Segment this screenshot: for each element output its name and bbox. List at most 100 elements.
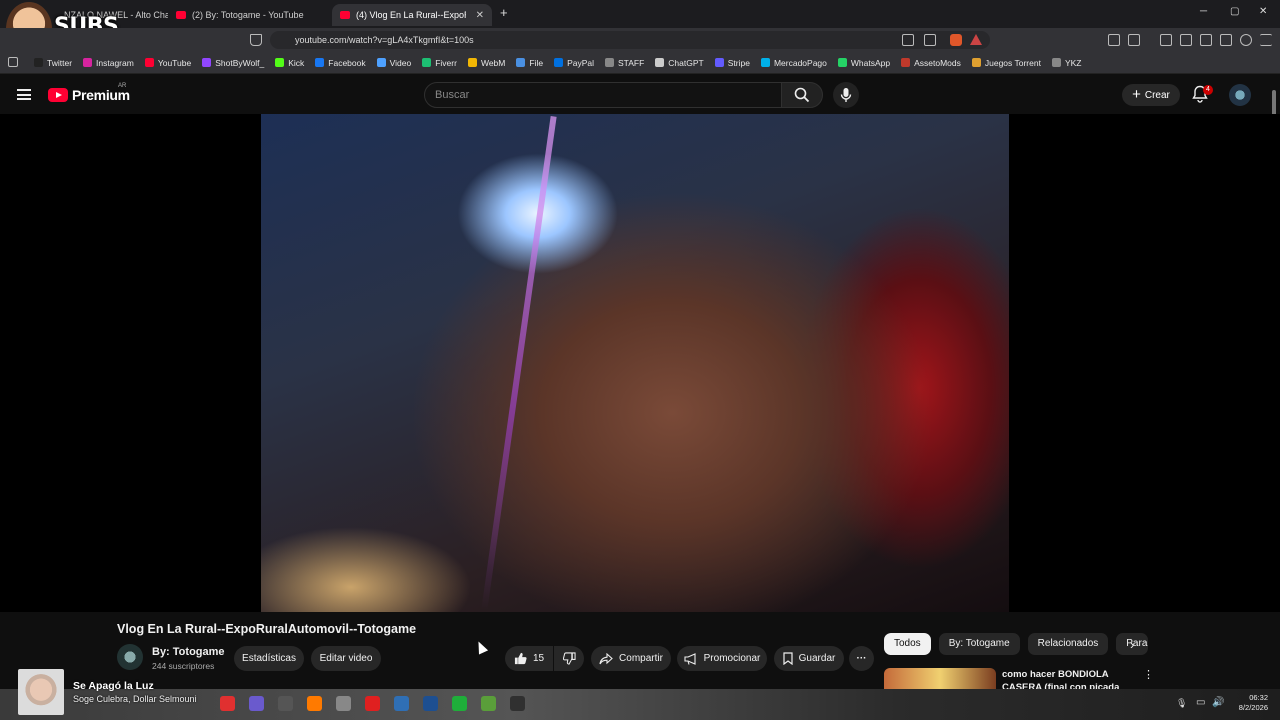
bookmark-label: Twitter xyxy=(47,57,73,68)
bookmark-favicon-icon xyxy=(901,58,911,67)
maximize-icon[interactable]: ▢ xyxy=(1230,6,1239,17)
taskbar-photoshop-icon[interactable] xyxy=(423,696,438,711)
more-actions-button[interactable]: ··· xyxy=(849,646,874,671)
voice-search-button[interactable] xyxy=(833,82,859,108)
taskbar-app-orange-icon[interactable] xyxy=(307,696,322,711)
bookmark-stripe[interactable]: Stripe xyxy=(714,58,750,68)
taskbar-app-purple-icon[interactable] xyxy=(249,696,264,711)
bookmark-assetomods[interactable]: AssetoMods xyxy=(901,58,961,68)
now-playing-artwork xyxy=(18,669,64,715)
share-page-icon[interactable] xyxy=(924,34,936,46)
chip-related[interactable]: Relacionados xyxy=(1027,633,1109,655)
video-player[interactable] xyxy=(0,114,1280,612)
minimize-icon[interactable]: ─ xyxy=(1200,6,1207,17)
volume-tray-icon[interactable]: 🔊 xyxy=(1212,697,1224,708)
cast-icon[interactable] xyxy=(902,34,914,46)
extensions-icon[interactable] xyxy=(1108,34,1120,46)
screenshot-icon[interactable] xyxy=(1128,34,1140,46)
search-icon xyxy=(794,87,810,103)
recommendation-menu-icon[interactable]: ⋮ xyxy=(1143,668,1154,681)
bookmark-video[interactable]: Video xyxy=(376,58,411,68)
bookmark-whatsapp[interactable]: WhatsApp xyxy=(837,58,890,68)
bookmark-favicon-icon xyxy=(714,58,724,67)
new-tab-button[interactable]: + xyxy=(500,5,508,20)
youtube-premium-logo[interactable]: Premium AR xyxy=(48,83,130,103)
bookmark-ykz[interactable]: YKZ xyxy=(1051,57,1082,68)
bookmark-facebook[interactable]: Facebook xyxy=(315,57,366,68)
bookmark-staff[interactable]: STAFF xyxy=(605,58,644,68)
apps-grid-icon[interactable] xyxy=(8,57,18,67)
rewards-icon[interactable] xyxy=(970,34,982,45)
close-window-icon[interactable]: ✕ xyxy=(1259,6,1267,17)
dislike-button[interactable] xyxy=(554,646,584,671)
taskbar-minecraft-icon[interactable] xyxy=(452,696,467,711)
hamburger-menu-icon[interactable] xyxy=(17,89,31,100)
bookmark-favicon-icon xyxy=(34,58,43,67)
chip-channel[interactable]: By: Totogame xyxy=(938,633,1020,655)
address-bar[interactable]: youtube.com/watch?v=gLA4xTkgmfI&t=100s xyxy=(270,31,990,49)
leo-ai-icon[interactable] xyxy=(1220,34,1232,46)
search-placeholder: Buscar xyxy=(435,89,470,101)
close-tab-icon[interactable]: ✕ xyxy=(476,10,484,21)
vpn-icon[interactable] xyxy=(1240,34,1252,46)
promote-button[interactable]: Promocionar xyxy=(677,646,767,671)
recommendation-thumbnail[interactable] xyxy=(884,668,996,690)
chips-next-chevron-icon[interactable]: › xyxy=(1130,637,1134,652)
create-button[interactable]: + Crear xyxy=(1122,84,1180,106)
thumbs-up-icon xyxy=(514,652,527,665)
network-tray-icon[interactable]: ▭ xyxy=(1196,697,1205,708)
account-avatar[interactable] xyxy=(1229,84,1251,106)
bookmark-label: YKZ xyxy=(1064,57,1082,68)
bookmark-kick[interactable]: Kick xyxy=(275,58,304,68)
bookmark-shotbywolf[interactable]: ShotByWolf_ xyxy=(202,58,264,68)
tab-video[interactable]: (4) Vlog En La Rural--ExpoRur ✕ xyxy=(332,4,492,26)
menu-icon[interactable] xyxy=(1260,34,1272,46)
bookmark-mercadopago[interactable]: MercadoPago xyxy=(760,58,827,68)
tab-channel[interactable]: (2) By: Totogame - YouTube xyxy=(168,4,330,26)
share-button[interactable]: Compartir xyxy=(591,646,671,671)
taskbar-app-blue-icon[interactable] xyxy=(394,696,409,711)
search-input[interactable]: Buscar xyxy=(424,82,782,108)
channel-avatar[interactable] xyxy=(117,644,143,670)
video-frame[interactable] xyxy=(261,114,1009,612)
bookmark-youtube[interactable]: YouTube xyxy=(144,58,191,68)
bookmark-favicon-icon xyxy=(83,58,93,67)
media-icon[interactable] xyxy=(1160,34,1172,46)
recommendation-chips: Todos By: Totogame Relacionados Para xyxy=(884,633,1149,655)
bookmark-instagram[interactable]: Instagram xyxy=(83,58,134,68)
wallet-icon[interactable] xyxy=(1200,34,1212,46)
taskbar-app-dark-icon[interactable] xyxy=(510,696,525,711)
system-clock[interactable]: 06:32 8/2/2026 xyxy=(1232,693,1268,713)
thumbs-down-icon xyxy=(562,652,576,665)
taskbar-app-gray-icon[interactable] xyxy=(278,696,293,711)
channel-name[interactable]: By: Totogame xyxy=(152,646,225,658)
taskbar-app-red-icon[interactable] xyxy=(220,696,235,711)
bookmark-fiverr[interactable]: Fiverr xyxy=(422,58,457,68)
bookmark-file[interactable]: File xyxy=(516,58,543,68)
now-playing-artist: Soge Culebra, Dollar Selmouni xyxy=(73,694,197,704)
stats-button[interactable]: Estadísticas xyxy=(234,646,304,671)
bookmark-twitter[interactable]: Twitter xyxy=(34,58,72,68)
bookmark-save-icon xyxy=(783,652,793,665)
microphone-tray-icon[interactable]: 🎙 xyxy=(1176,698,1187,709)
bookmark-webm[interactable]: WebM xyxy=(467,58,505,68)
plus-icon: + xyxy=(1132,86,1141,103)
like-button[interactable]: 15 xyxy=(505,646,553,671)
save-button[interactable]: Guardar xyxy=(774,646,844,671)
chip-all[interactable]: Todos xyxy=(884,633,931,655)
bookmark-paypal[interactable]: PayPal xyxy=(554,58,594,68)
taskbar-app-iv-icon[interactable] xyxy=(336,696,351,711)
bookmark-juegos-torrent[interactable]: Juegos Torrent xyxy=(971,58,1041,68)
search-button[interactable] xyxy=(781,82,823,108)
taskbar-app-player-icon[interactable] xyxy=(365,696,380,711)
bookmark-label: Facebook xyxy=(328,57,366,68)
sidebar-icon[interactable] xyxy=(1180,34,1192,46)
brave-shield-icon[interactable] xyxy=(950,34,962,46)
recommendation-title[interactable]: como hacer BONDIOLA CASERA (final con pi… xyxy=(1002,668,1142,690)
logo-wordmark: Premium xyxy=(72,87,130,103)
bookmark-label: Fiverr xyxy=(435,57,457,68)
bookmark-icon[interactable] xyxy=(250,34,262,46)
bookmark-chatgpt[interactable]: ChatGPT xyxy=(655,58,704,68)
taskbar-app-cube-icon[interactable] xyxy=(481,696,496,711)
edit-video-button[interactable]: Editar video xyxy=(311,646,381,671)
